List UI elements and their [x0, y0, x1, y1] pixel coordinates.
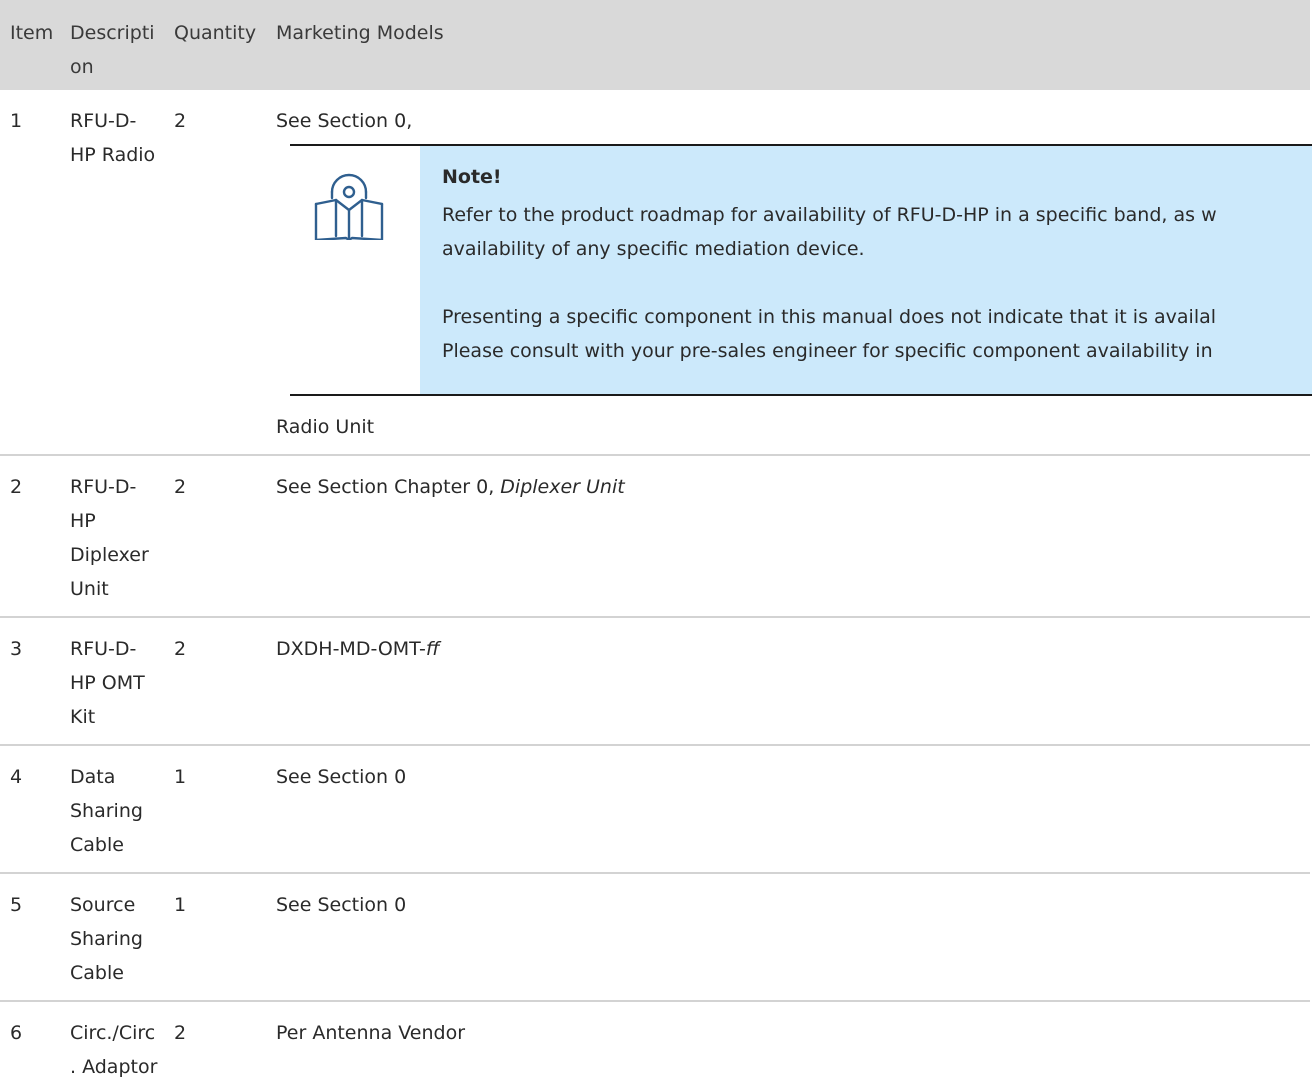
cell-models: DXDH-MD-OMT-ff	[266, 617, 1310, 746]
models-text-continued: Radio Unit	[276, 416, 375, 438]
table-row: 5 Source Sharing Cable 1 See Section 0	[0, 873, 1310, 1002]
cell-models: See Section 0	[266, 745, 1310, 874]
cell-models: See Section 0	[266, 873, 1310, 1002]
cell-description: Source Sharing Cable	[60, 873, 164, 1002]
cell-quantity: 2	[164, 617, 266, 746]
models-text: See Section 0,	[276, 110, 413, 132]
note-line-4: Please consult with your pre-sales engin…	[442, 340, 1213, 362]
header-quantity: Quantity	[164, 0, 266, 90]
header-marketing-models: Marketing Models	[266, 0, 1310, 90]
cell-description: RFU-D-HP Diplexer Unit	[60, 455, 164, 618]
models-text-italic: ff	[425, 638, 440, 660]
cell-quantity: 2	[164, 455, 266, 618]
models-text-italic: Diplexer Unit	[500, 476, 625, 498]
table-header: Item Description Quantity Marketing Mode…	[0, 0, 1310, 90]
cell-item: 1	[0, 90, 60, 456]
cell-models: Per Antenna Vendor	[276, 1022, 466, 1044]
models-text: DXDH-MD-OMT-	[276, 638, 426, 660]
cell-quantity: 1	[164, 873, 266, 1002]
cell-quantity: 2	[174, 1022, 187, 1044]
note-icon-cell	[290, 146, 420, 394]
cell-description: RFU-D-HP OMT Kit	[60, 617, 164, 746]
table-row: 6 Circ./Circ. Adaptor 2 Per Antenna Vend…	[0, 1001, 1310, 1084]
cell-item: 6	[10, 1022, 23, 1044]
cell-models: See Section 0, Note! Refer to the produc…	[266, 90, 1312, 456]
table-row: 4 Data Sharing Cable 1 See Section 0	[0, 745, 1310, 874]
note-line-2: availability of any specific mediation d…	[442, 238, 865, 260]
header-description: Description	[60, 0, 164, 90]
cell-item: 3	[0, 617, 60, 746]
cell-quantity: 1	[164, 745, 266, 874]
cell-models: See Section Chapter 0, Diplexer Unit	[266, 455, 1310, 618]
cell-description: Circ./Circ. Adaptor	[70, 1022, 158, 1078]
table-row: 3 RFU-D-HP OMT Kit 2 DXDH-MD-OMT-ff	[0, 617, 1310, 746]
note-spacer	[442, 266, 1312, 300]
cell-item: 4	[0, 745, 60, 874]
table-row: 2 RFU-D-HP Diplexer Unit 2 See Section C…	[0, 455, 1310, 618]
models-text: See Section Chapter 0,	[276, 476, 501, 498]
note-callout: Note! Refer to the product roadmap for a…	[290, 144, 1312, 396]
cell-item: 2	[0, 455, 60, 618]
note-body: Note! Refer to the product roadmap for a…	[420, 146, 1312, 394]
parts-table: Item Description Quantity Marketing Mode…	[0, 0, 1312, 1084]
table-row: 1 RFU-D-HP Radio 2 See Section 0, Note! …	[0, 90, 1312, 456]
note-line-1: Refer to the product roadmap for availab…	[442, 204, 1217, 226]
cell-description: Data Sharing Cable	[60, 745, 164, 874]
document-page: Item Description Quantity Marketing Mode…	[0, 0, 1312, 1084]
table-body: 1 RFU-D-HP Radio 2 See Section 0, Note! …	[0, 90, 1312, 1084]
note-title: Note!	[442, 166, 502, 188]
cell-item: 5	[0, 873, 60, 1002]
header-row: Item Description Quantity Marketing Mode…	[0, 0, 1310, 90]
note-line-3: Presenting a specific component in this …	[442, 306, 1217, 328]
header-item: Item	[0, 0, 60, 90]
cell-description: RFU-D-HP Radio	[60, 90, 164, 456]
cell-quantity: 2	[164, 90, 266, 456]
